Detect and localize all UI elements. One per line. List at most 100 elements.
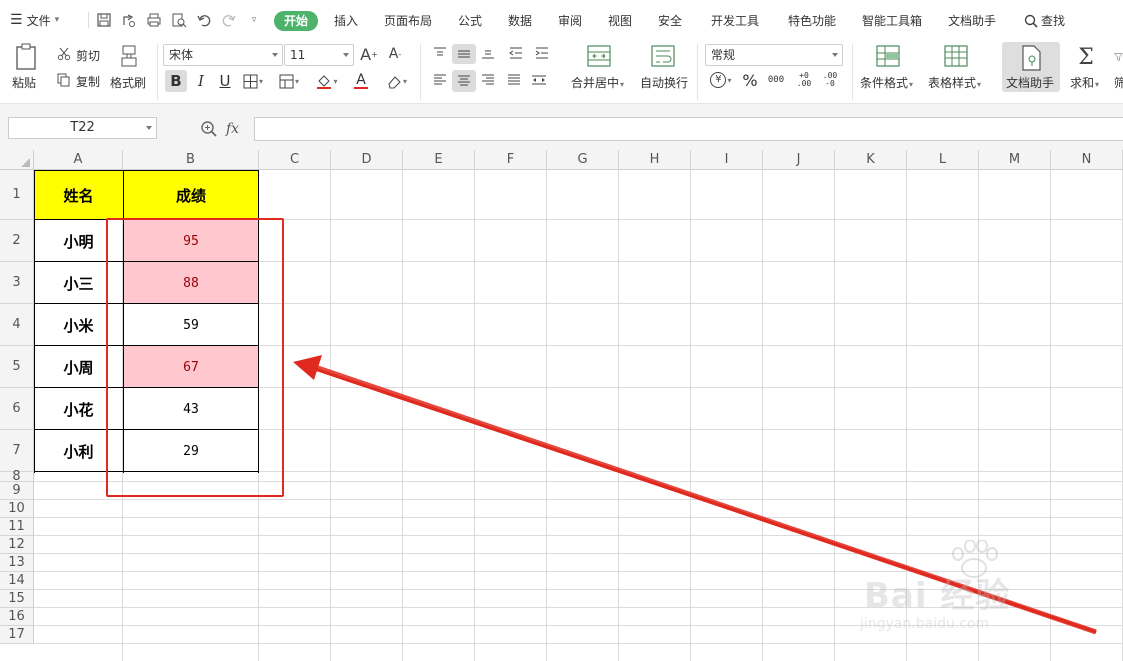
row-header-15[interactable]: 15 [0,590,34,608]
decrease-indent-icon[interactable] [506,44,526,62]
paste-button[interactable]: 粘贴 [12,74,36,91]
italic-button[interactable]: I [190,70,212,92]
column-header-f[interactable]: F [475,150,547,170]
row-header-1[interactable]: 1 [0,170,34,220]
font-size-select[interactable]: 11 [284,44,354,66]
tab-developer[interactable]: 开发工具 [711,11,759,31]
row-header-14[interactable]: 14 [0,572,34,590]
row-header-9[interactable]: 9 [0,482,34,500]
fill-color-icon[interactable]: ▾ [316,70,338,92]
column-header-n[interactable]: N [1051,150,1123,170]
align-left-icon[interactable] [430,70,450,90]
print-icon[interactable] [145,11,163,29]
tab-security[interactable]: 安全 [658,11,682,31]
column-header-b[interactable]: B [123,150,259,170]
column-header-c[interactable]: C [259,150,331,170]
select-all-corner[interactable] [0,150,34,170]
column-header-d[interactable]: D [331,150,403,170]
row-header-10[interactable]: 10 [0,500,34,518]
percent-button[interactable]: % [740,70,760,90]
distribute-icon[interactable] [528,70,550,90]
increase-decimal-button[interactable]: +0 .00 [792,70,816,90]
align-center-icon[interactable] [452,70,476,92]
row-header-13[interactable]: 13 [0,554,34,572]
name-box[interactable]: T22 [8,117,157,139]
sum-button[interactable]: 求和▾ [1070,74,1099,91]
align-middle-icon[interactable] [452,44,476,64]
increase-font-icon[interactable]: A + [360,44,378,64]
export-icon[interactable] [120,11,138,29]
currency-icon[interactable]: ¥ ▾ [706,70,736,90]
column-header-a[interactable]: A [34,150,123,170]
tab-special-features[interactable]: 特色功能 [788,11,836,31]
align-right-icon[interactable] [478,70,498,90]
column-header-j[interactable]: J [763,150,835,170]
row-header-8[interactable]: 8 [0,469,34,484]
row-header-6[interactable]: 6 [0,388,34,430]
tab-page-layout[interactable]: 页面布局 [384,11,432,31]
font-name-select[interactable]: 宋体 [163,44,283,66]
name-box-value: T22 [70,120,95,135]
print-preview-icon[interactable] [170,11,188,29]
tab-doc-assistant[interactable]: 文档助手 [948,11,996,31]
align-bottom-icon[interactable] [478,44,498,62]
row-header-11[interactable]: 11 [0,518,34,536]
cell-style-icon[interactable]: ▾ [278,70,300,92]
clear-format-icon[interactable]: ▾ [386,70,408,92]
tab-data[interactable]: 数据 [508,11,532,31]
tab-review[interactable]: 审阅 [558,11,582,31]
underline-button[interactable]: U [214,70,236,92]
redo-icon[interactable] [220,11,238,29]
cell-b1-header[interactable]: 成绩 [123,170,259,220]
merge-center-button[interactable]: 合并居中▾ [571,74,624,91]
increase-indent-icon[interactable] [532,44,552,62]
borders-icon[interactable]: ▾ [242,70,264,92]
paste-icon[interactable] [12,42,40,72]
decrease-decimal-button[interactable]: .00 -0 [818,70,842,90]
row-header-16[interactable]: 16 [0,608,34,626]
table-style-button[interactable]: 表格样式▾ [928,74,981,91]
copy-button[interactable]: 复制 [76,73,100,90]
filter-button[interactable]: 筛 [1114,74,1123,91]
number-format-select[interactable]: 常规 [705,44,843,66]
row-header-7[interactable]: 7 [0,430,34,472]
insert-function-button[interactable]: fx [226,121,239,137]
zoom-icon[interactable] [200,120,218,138]
thousands-button[interactable]: 000 [764,70,788,90]
tab-smart-toolbox[interactable]: 智能工具箱 [862,11,922,31]
save-icon[interactable] [95,11,113,29]
column-header-k[interactable]: K [835,150,907,170]
row-header-5[interactable]: 5 [0,346,34,388]
wrap-text-button[interactable]: 自动换行 [640,74,688,91]
align-top-icon[interactable] [430,44,450,62]
tab-formulas[interactable]: 公式 [458,11,482,31]
undo-icon[interactable] [195,11,213,29]
search-button[interactable]: 查找 [1024,11,1065,31]
row-header-4[interactable]: 4 [0,304,34,346]
justify-icon[interactable] [504,70,524,90]
column-header-e[interactable]: E [403,150,475,170]
cut-button[interactable]: 剪切 [76,47,100,64]
column-header-i[interactable]: I [691,150,763,170]
column-header-l[interactable]: L [907,150,979,170]
font-color-icon[interactable]: A [350,70,372,92]
conditional-format-button[interactable]: 条件格式▾ [860,74,913,91]
tab-view[interactable]: 视图 [608,11,632,31]
table-border-line [34,170,259,171]
tab-insert[interactable]: 插入 [334,11,358,31]
column-header-h[interactable]: H [619,150,691,170]
row-header-17[interactable]: 17 [0,626,34,644]
row-header-12[interactable]: 12 [0,536,34,554]
customize-toolbar-icon[interactable]: ▿ [245,11,263,29]
cell-a1-header[interactable]: 姓名 [34,170,123,220]
row-header-2[interactable]: 2 [0,220,34,262]
tab-home[interactable]: 开始 [274,11,319,31]
column-header-m[interactable]: M [979,150,1051,170]
row-header-3[interactable]: 3 [0,262,34,304]
column-header-g[interactable]: G [547,150,619,170]
formula-input[interactable] [254,117,1123,141]
bold-button[interactable]: B [165,70,187,92]
format-painter-button[interactable]: 格式刷 [110,74,146,91]
decrease-font-icon[interactable]: A- [386,44,404,64]
file-menu[interactable]: ☰ 文件 ▾ [10,10,59,30]
